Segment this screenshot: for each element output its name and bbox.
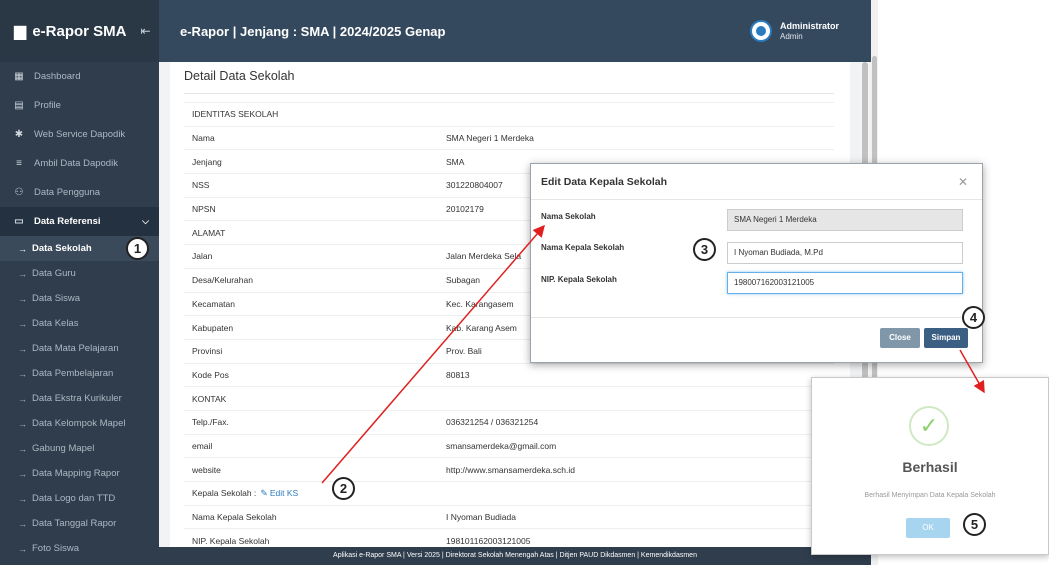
arrow-edit-to-modal	[321, 224, 545, 484]
callout-badge: 5	[963, 513, 986, 536]
callout-badge: 4	[962, 306, 985, 329]
annotation-arrows	[321, 224, 985, 484]
callout-badge: 2	[332, 477, 355, 500]
callout-badge: 1	[126, 237, 149, 260]
arrow-save-to-success	[959, 349, 985, 394]
callout-badge: 3	[693, 238, 716, 261]
